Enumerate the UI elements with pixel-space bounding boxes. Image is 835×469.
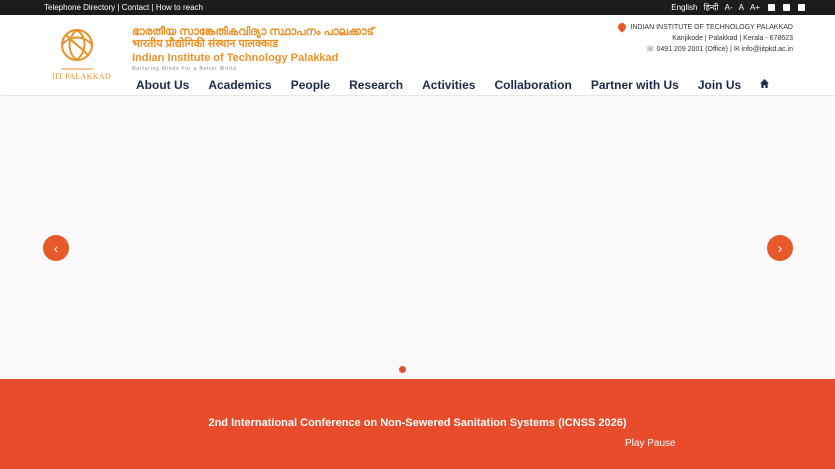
slider-next-button[interactable]: ›: [767, 235, 793, 261]
home-icon[interactable]: [760, 79, 770, 88]
language-english-link[interactable]: English: [671, 0, 697, 15]
announcement-banner: 2nd International Conference on Non-Sewe…: [0, 379, 835, 469]
email-icon: ✉: [733, 46, 742, 53]
site-header: IIT PALAKKAD ഭാരതീയ സാങ്കേതികവിദ്യാ സ്ഥാ…: [0, 15, 835, 95]
ticker-controls: Play Pause: [625, 438, 676, 449]
location-pin-icon: [616, 21, 629, 33]
institute-tagline: Nurturing Minds For a Better World: [132, 66, 237, 72]
top-right-tools: English हिन्दी A- A A+: [671, 0, 805, 15]
nav-partner-with-us[interactable]: Partner with Us: [591, 78, 679, 92]
institute-name-english: Indian Institute of Technology Palakkad: [132, 52, 339, 64]
top-utility-bar: Telephone Directory | Contact | How to r…: [0, 0, 835, 15]
nav-activities[interactable]: Activities: [422, 78, 475, 92]
slider-dot-active[interactable]: [399, 366, 406, 373]
announcement-title[interactable]: 2nd International Conference on Non-Sewe…: [0, 417, 835, 429]
address-title: INDIAN INSTITUTE OF TECHNOLOGY PALAKKAD: [630, 24, 793, 31]
nav-research[interactable]: Research: [349, 78, 403, 92]
institute-name-block: ഭാരതീയ സാങ്കേതികവിദ്യാ സ്ഥാപനം പാലക്കാട്…: [132, 26, 374, 73]
language-hindi-link[interactable]: हिन्दी: [704, 0, 719, 15]
font-normal-button[interactable]: A: [739, 0, 744, 15]
phone-icon: ☏: [645, 46, 657, 53]
nav-about-us[interactable]: About Us: [136, 78, 189, 92]
slider-prev-button[interactable]: ‹: [43, 235, 69, 261]
font-decrease-button[interactable]: A-: [725, 0, 733, 15]
contact-link[interactable]: Contact: [122, 3, 150, 12]
institute-name-malayalam: ഭാരതീയ സാങ്കേതികവിദ്യാ സ്ഥാപനം പാലക്കാട്: [132, 26, 375, 38]
pause-button[interactable]: Pause: [647, 438, 675, 449]
font-increase-button[interactable]: A+: [750, 0, 760, 15]
youtube-icon[interactable]: [798, 4, 805, 11]
nav-academics[interactable]: Academics: [208, 78, 271, 92]
how-to-reach-link[interactable]: How to reach: [156, 3, 203, 12]
contact-address-block: INDIAN INSTITUTE OF TECHNOLOGY PALAKKAD …: [616, 21, 793, 55]
telephone-directory-link[interactable]: Telephone Directory: [44, 3, 115, 12]
play-button[interactable]: Play: [625, 438, 644, 449]
nav-collaboration[interactable]: Collaboration: [494, 78, 571, 92]
hero-slider: ‹ ›: [0, 96, 835, 379]
linkedin-icon[interactable]: [783, 4, 790, 11]
top-links: Telephone Directory | Contact | How to r…: [44, 0, 203, 15]
twitter-icon[interactable]: [768, 4, 775, 11]
separator: |: [117, 3, 120, 12]
email-link[interactable]: info@iitpkd.ac.in: [742, 46, 793, 53]
nav-people[interactable]: People: [291, 78, 330, 92]
separator: |: [151, 3, 154, 12]
phone-number: 0491 209 2001 (Office): [656, 46, 728, 53]
nav-join-us[interactable]: Join Us: [698, 78, 741, 92]
address-line: Kanjikode | Palakkad | Kerala - 678623: [672, 35, 793, 42]
main-navigation: About Us Academics People Research Activ…: [136, 78, 770, 92]
logo-caption: IIT PALAKKAD: [52, 72, 111, 81]
institute-name-hindi: भारतीय प्रौद्योगिकी संस्थान पालक्काड: [132, 38, 279, 50]
